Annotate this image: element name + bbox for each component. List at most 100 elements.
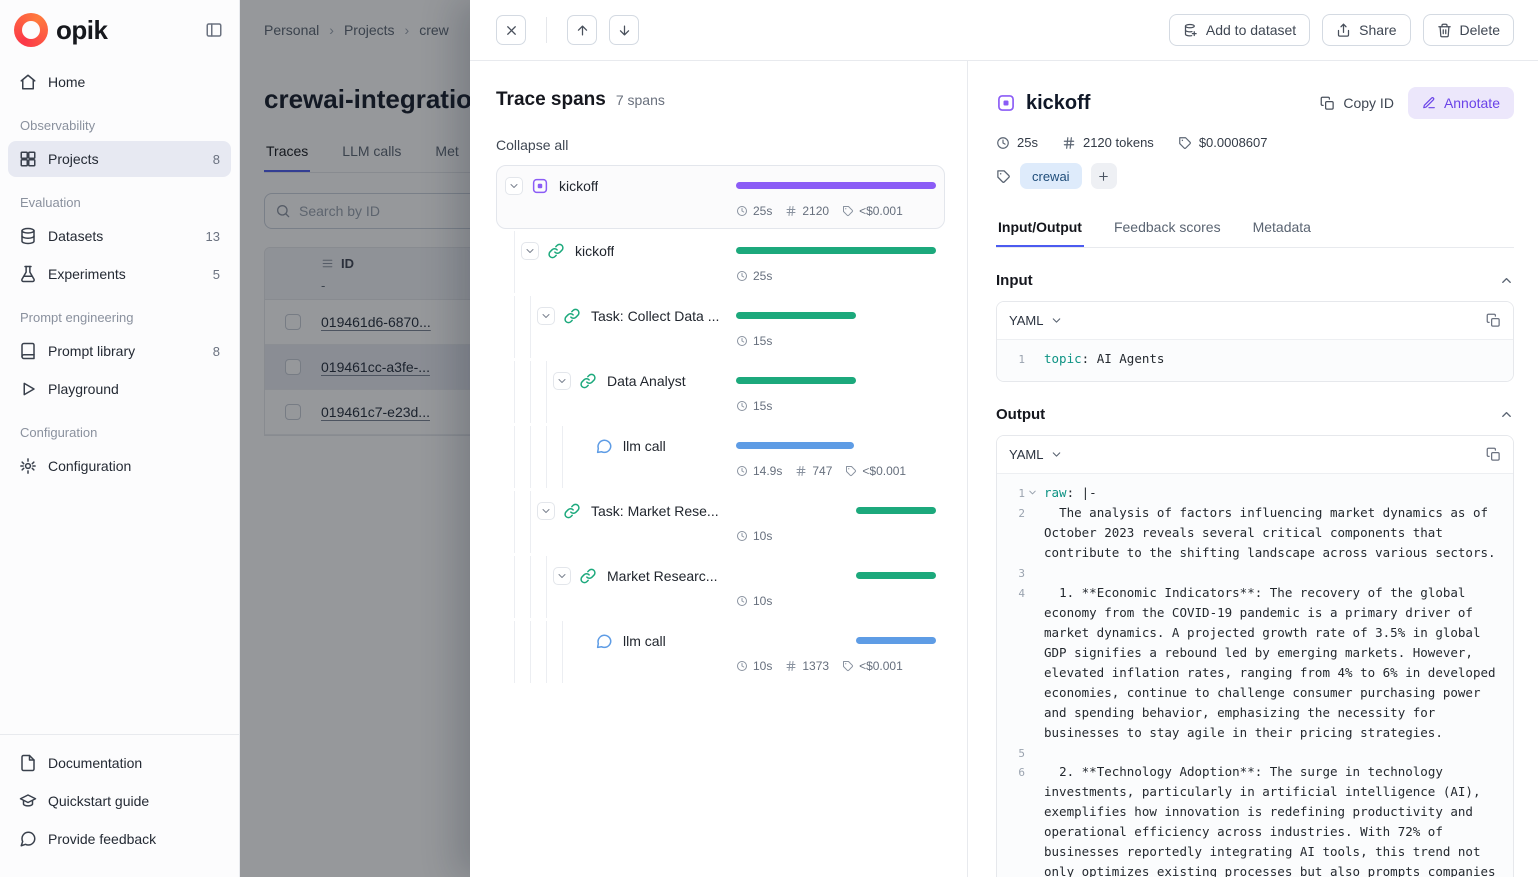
cost-stat: $0.0008607	[1178, 135, 1268, 150]
input-code: 1topic: AI Agents	[997, 340, 1513, 381]
count-badge: 8	[213, 344, 220, 359]
sidebar-item-provide-feedback[interactable]: Provide feedback	[8, 821, 231, 857]
trace-spans-count: 7 spans	[616, 92, 665, 108]
hash-icon	[1062, 136, 1076, 150]
sidebar-item-label: Projects	[48, 151, 99, 167]
detail-tab-metadata[interactable]: Metadata	[1251, 211, 1313, 247]
collapse-all-button[interactable]: Collapse all	[496, 137, 568, 153]
sidebar-item-label: Configuration	[48, 458, 131, 474]
pen-icon	[1422, 96, 1436, 110]
expand-chevron[interactable]	[537, 502, 555, 520]
tree-guide	[546, 621, 547, 683]
clock-icon	[736, 205, 748, 217]
chevron-up-icon	[1499, 273, 1514, 288]
home-icon	[19, 73, 37, 91]
span-row-task-market-rese[interactable]: Task: Market Rese...10s	[496, 490, 945, 554]
expand-chevron[interactable]	[553, 372, 571, 390]
copy-output-icon[interactable]	[1486, 447, 1501, 462]
price-tag-icon	[1178, 136, 1192, 150]
line-number: 1	[1005, 349, 1025, 369]
chevron-down-icon	[1050, 448, 1063, 461]
next-trace-button[interactable]	[609, 15, 639, 45]
detail-tab-feedback-scores[interactable]: Feedback scores	[1112, 211, 1223, 247]
sidebar-item-experiments[interactable]: Experiments5	[8, 256, 231, 292]
detail-tab-input-output[interactable]: Input/Output	[996, 211, 1084, 247]
span-stat: 1373	[785, 659, 829, 673]
chev-down-icon	[540, 505, 552, 517]
sidebar-collapse-icon[interactable]	[205, 21, 223, 39]
sidebar-item-playground[interactable]: Playground	[8, 371, 231, 407]
code-line: 4 1. **Economic Indicators**: The recove…	[1005, 583, 1501, 743]
fold-chevron[interactable]	[1025, 483, 1040, 503]
span-row-market-researc[interactable]: Market Researc...10s	[496, 555, 945, 619]
chat-icon	[19, 830, 37, 848]
sidebar-item-documentation[interactable]: Documentation	[8, 745, 231, 781]
duration-bar	[736, 182, 936, 189]
delete-button[interactable]: Delete	[1423, 14, 1514, 46]
hash-icon	[795, 465, 807, 477]
duration-bar	[736, 442, 854, 449]
output-format-select[interactable]: YAML	[1009, 447, 1063, 462]
hash-icon	[785, 660, 797, 672]
input-format-select[interactable]: YAML	[1009, 313, 1063, 328]
previous-trace-button[interactable]	[567, 15, 597, 45]
span-row-data-analyst[interactable]: Data Analyst15s	[496, 360, 945, 424]
expand-chevron[interactable]	[521, 242, 539, 260]
tag-chips: crewai	[1020, 163, 1082, 189]
span-row-kickoff[interactable]: kickoff25s2120<$0.001	[496, 165, 945, 229]
output-section-toggle[interactable]: Output	[996, 406, 1514, 423]
expand-chevron[interactable]	[505, 177, 523, 195]
input-section: Input YAML 1topic: AI Agents	[996, 272, 1514, 382]
code-line: 2 The analysis of factors influencing ma…	[1005, 503, 1501, 563]
trace-icon	[531, 177, 549, 195]
tree-guide	[546, 426, 547, 488]
tag-chip-crewai[interactable]: crewai	[1020, 163, 1082, 189]
close-button[interactable]	[496, 15, 526, 45]
share-button[interactable]: Share	[1322, 14, 1410, 46]
chevron-down-icon	[1050, 314, 1063, 327]
span-stat: <$0.001	[845, 464, 906, 478]
add-tag-button[interactable]	[1091, 163, 1117, 189]
sidebar-item-projects[interactable]: Projects8	[8, 141, 231, 177]
play-icon	[19, 380, 37, 398]
link-icon	[547, 242, 565, 260]
fold-chevron	[1025, 563, 1040, 583]
expand-chevron[interactable]	[553, 567, 571, 585]
span-label: llm call	[623, 633, 666, 649]
span-row-kickoff[interactable]: kickoff25s	[496, 230, 945, 294]
tag-icon	[842, 660, 854, 672]
fold-chevron	[1025, 762, 1040, 877]
count-badge: 5	[213, 267, 220, 282]
sidebar-item-home[interactable]: Home	[8, 64, 231, 100]
clock-icon	[996, 136, 1010, 150]
clock-icon	[736, 465, 748, 477]
expand-chevron[interactable]	[537, 307, 555, 325]
line-number: 4	[1005, 583, 1025, 743]
span-stat: 15s	[736, 334, 772, 348]
annotate-button[interactable]: Annotate	[1408, 87, 1514, 119]
sidebar-item-datasets[interactable]: Datasets13	[8, 218, 231, 254]
database-icon	[19, 227, 37, 245]
span-stat: 15s	[736, 399, 772, 413]
span-label: kickoff	[575, 243, 614, 259]
sidebar-item-quickstart-guide[interactable]: Quickstart guide	[8, 783, 231, 819]
sidebar-item-label: Playground	[48, 381, 119, 397]
span-stat: 2120	[785, 204, 829, 218]
add-to-dataset-button[interactable]: Add to dataset	[1169, 14, 1310, 46]
sidebar-item-prompt-library[interactable]: Prompt library8	[8, 333, 231, 369]
tree-guide	[546, 361, 547, 423]
span-row-llm-call[interactable]: llm call14.9s747<$0.001	[496, 425, 945, 489]
duration-bar	[856, 637, 936, 644]
tree-guide	[530, 361, 531, 423]
arrow-down-icon	[617, 23, 632, 38]
tree-guide	[514, 231, 515, 293]
copy-input-icon[interactable]	[1486, 313, 1501, 328]
sidebar-item-configuration[interactable]: Configuration	[8, 448, 231, 484]
tree-guide	[514, 361, 515, 423]
span-row-llm-call[interactable]: llm call10s1373<$0.001	[496, 620, 945, 684]
span-row-task-collect-data[interactable]: Task: Collect Data ...15s	[496, 295, 945, 359]
input-section-toggle[interactable]: Input	[996, 272, 1514, 289]
logo-row: opik	[0, 0, 239, 56]
gear-icon	[19, 457, 37, 475]
copy-id-button[interactable]: Copy ID	[1320, 95, 1394, 111]
